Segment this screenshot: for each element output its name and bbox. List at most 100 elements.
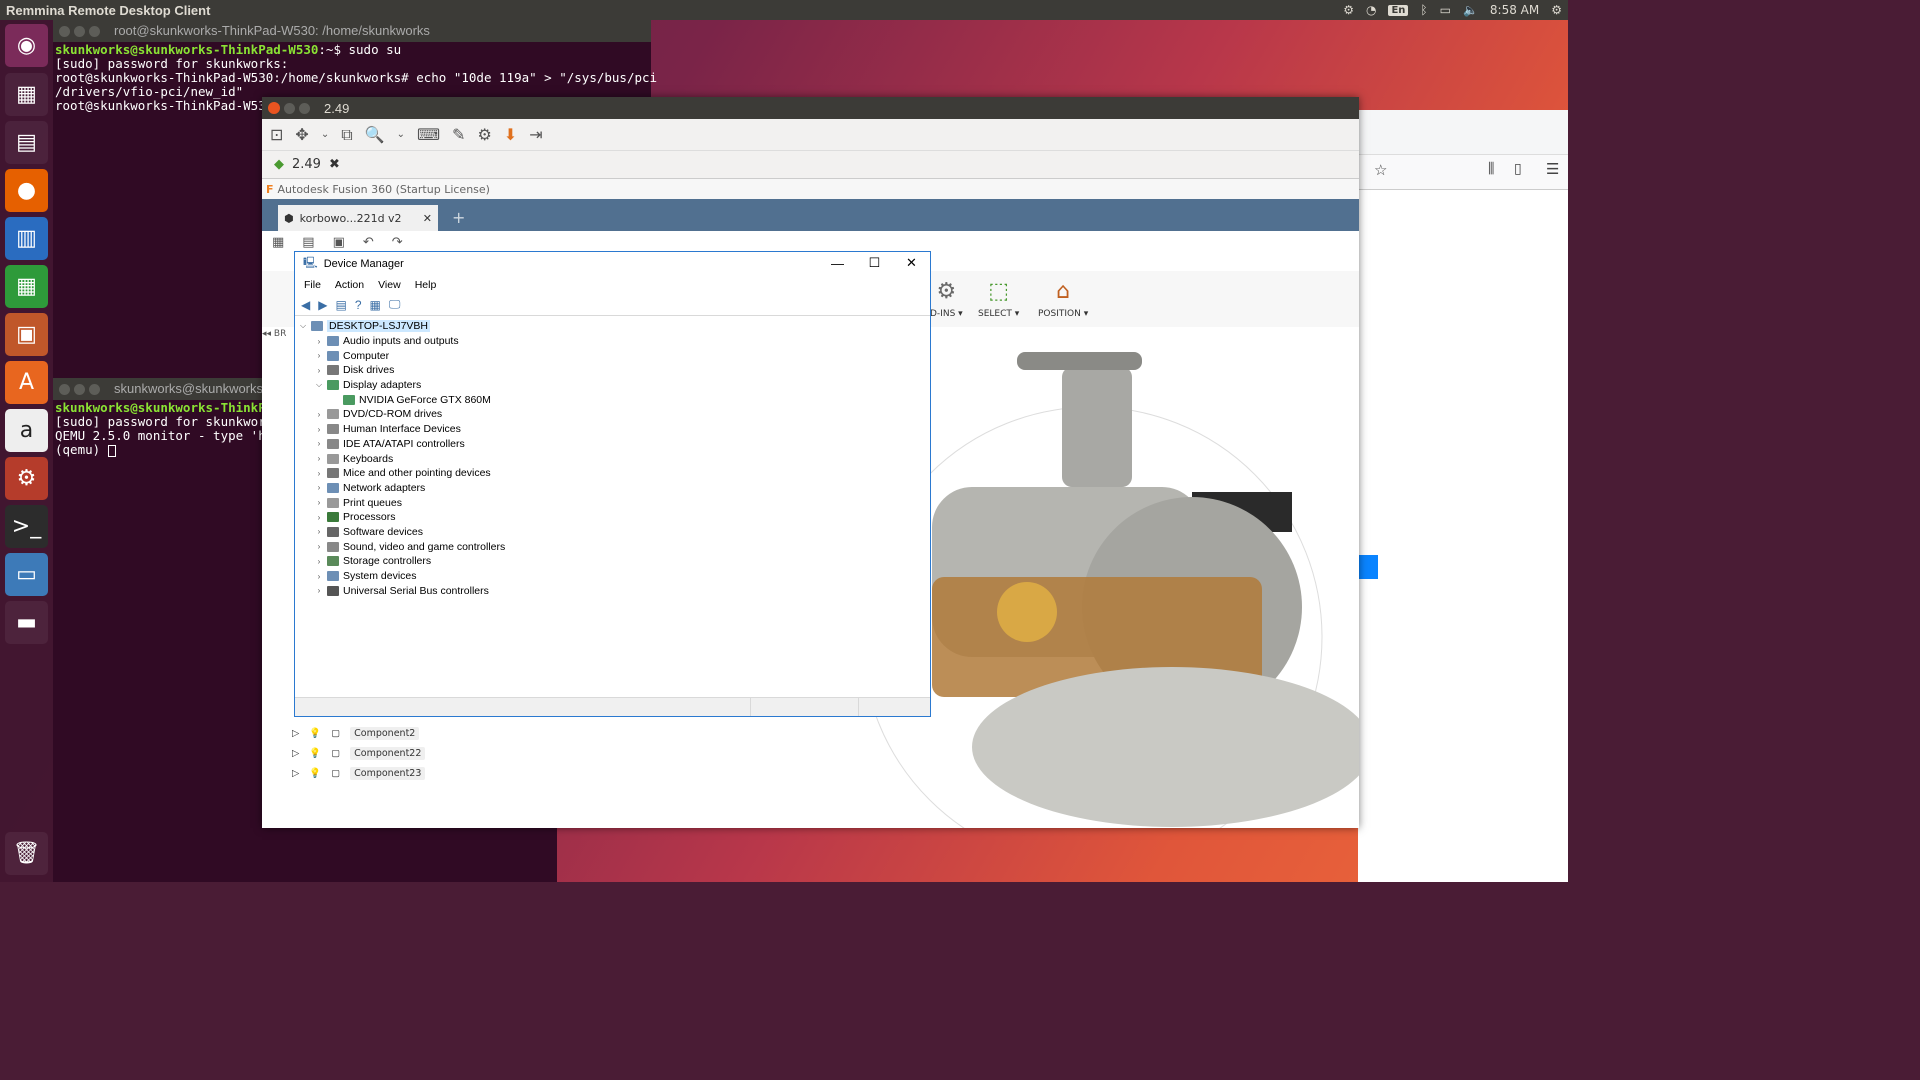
apps-grid-icon[interactable]: ▦ xyxy=(272,235,284,250)
tools-icon[interactable]: ✎ xyxy=(452,125,465,144)
fullscreen-icon[interactable]: ⧉ xyxy=(341,125,352,145)
browser-component-row[interactable]: ▷ 💡 ▢ Component22 xyxy=(292,744,426,763)
scan-hardware-icon[interactable]: 🖵 xyxy=(389,297,401,312)
browser-panel-label[interactable]: ◂◂ BR xyxy=(262,329,292,345)
chevron-right-icon[interactable]: › xyxy=(313,410,325,419)
new-tab-button[interactable]: + xyxy=(452,208,465,227)
bluetooth-icon[interactable]: ᛒ xyxy=(1420,3,1427,17)
chevron-right-icon[interactable]: › xyxy=(313,498,325,507)
close-button[interactable]: ✕ xyxy=(893,252,930,274)
chevron-down-icon[interactable]: ⌄ xyxy=(397,129,405,140)
document-tab[interactable]: ⬢ korbowo...221d v2 ✕ xyxy=(278,205,438,231)
files-icon[interactable]: ▤ xyxy=(5,121,48,164)
browser-page-button[interactable] xyxy=(1358,555,1378,579)
tree-item[interactable]: › System devices xyxy=(297,569,928,584)
tree-item[interactable]: › IDE ATA/ATAPI controllers xyxy=(297,437,928,452)
chevron-right-icon[interactable]: › xyxy=(313,366,325,375)
tree-item[interactable]: › Universal Serial Bus controllers xyxy=(297,583,928,598)
menu-icon[interactable]: ☰ xyxy=(1546,160,1559,178)
menu-action[interactable]: Action xyxy=(335,279,364,291)
clock[interactable]: 8:58 AM xyxy=(1490,3,1539,17)
tree-item[interactable]: › Audio inputs and outputs xyxy=(297,334,928,349)
browser-component-row[interactable]: ▷ 💡 ▢ Component2 xyxy=(292,724,420,743)
impress-icon[interactable]: ▣ xyxy=(5,313,48,356)
minimize-icon[interactable] xyxy=(74,25,85,37)
visibility-bulb-icon[interactable]: 💡 xyxy=(309,728,321,739)
fit-window-icon[interactable]: ⊡ xyxy=(270,125,283,144)
chevron-right-icon[interactable]: › xyxy=(313,557,325,566)
maximize-icon[interactable] xyxy=(89,383,100,395)
file-icon[interactable]: ▤ xyxy=(302,235,314,250)
vmware-icon[interactable]: ▦ xyxy=(5,73,48,116)
tree-item[interactable]: › Human Interface Devices xyxy=(297,422,928,437)
trash-icon[interactable]: 🗑 xyxy=(5,832,48,875)
tree-item[interactable]: › Sound, video and game controllers xyxy=(297,539,928,554)
tree-item[interactable]: › Print queues xyxy=(297,495,928,510)
tree-item[interactable]: › Disk drives xyxy=(297,363,928,378)
menu-help[interactable]: Help xyxy=(415,279,437,291)
remmina-icon[interactable]: ▭ xyxy=(5,553,48,596)
device-tree[interactable]: ⌵ DESKTOP-LSJ7VBH › Audio inputs and outpu… xyxy=(297,319,928,696)
chevron-right-icon[interactable]: › xyxy=(313,439,325,448)
tree-item[interactable]: › Processors xyxy=(297,510,928,525)
addins-group[interactable]: ⚙ D-INS ▾ xyxy=(930,279,963,319)
wifi-icon[interactable]: ◔ xyxy=(1366,3,1376,17)
remmina-titlebar[interactable]: 2.49 xyxy=(262,97,1359,119)
menu-file[interactable]: File xyxy=(304,279,321,291)
forward-icon[interactable]: ▶ xyxy=(318,298,327,312)
scale-icon[interactable]: ✥ xyxy=(295,125,308,144)
chevron-right-icon[interactable]: › xyxy=(313,483,325,492)
close-icon[interactable] xyxy=(268,102,280,114)
minimize-session-icon[interactable]: ⬇ xyxy=(504,125,517,144)
tree-item[interactable]: NVIDIA GeForce GTX 860M xyxy=(297,392,928,407)
redo-icon[interactable]: ↷ xyxy=(392,235,403,250)
visibility-bulb-icon[interactable]: 💡 xyxy=(309,768,321,779)
help-icon[interactable]: ? xyxy=(355,298,362,312)
close-icon[interactable]: ✖ xyxy=(329,157,340,172)
select-group[interactable]: ⬚ SELECT ▾ xyxy=(978,279,1019,319)
chevron-right-icon[interactable]: › xyxy=(313,542,325,551)
battery-icon[interactable]: ▭ xyxy=(1440,3,1451,17)
tree-item[interactable]: › Mice and other pointing devices xyxy=(297,466,928,481)
save-icon[interactable]: ▣ xyxy=(333,235,345,250)
chevron-right-icon[interactable]: › xyxy=(313,454,325,463)
power-icon[interactable]: ⚙ xyxy=(1551,3,1562,17)
tree-item[interactable]: › Network adapters xyxy=(297,481,928,496)
terminal-icon[interactable]: >_ xyxy=(5,505,48,548)
terminal-titlebar[interactable]: root@skunkworks-ThinkPad-W530: /home/sku… xyxy=(53,20,651,42)
keyboard-icon[interactable]: ⌨ xyxy=(417,125,440,144)
chevron-right-icon[interactable]: › xyxy=(313,513,325,522)
chevron-down-icon[interactable]: ⌵ xyxy=(297,321,309,331)
preferences-icon[interactable]: ⚙ xyxy=(477,125,491,144)
tree-item[interactable]: › DVD/CD-ROM drives xyxy=(297,407,928,422)
close-icon[interactable] xyxy=(59,25,70,37)
visibility-bulb-icon[interactable]: 💡 xyxy=(309,748,321,759)
position-group[interactable]: ⌂ POSITION ▾ xyxy=(1038,279,1088,319)
zoom-icon[interactable]: 🔍 xyxy=(365,125,385,144)
minimize-icon[interactable] xyxy=(284,102,295,114)
tree-root[interactable]: ⌵ DESKTOP-LSJ7VBH xyxy=(297,319,928,334)
software-center-icon[interactable]: A xyxy=(5,361,48,404)
firefox-icon[interactable]: ● xyxy=(5,169,48,212)
dash-icon[interactable]: ◉ xyxy=(5,24,48,67)
device-manager-window[interactable]: 🖳 Device Manager — ☐ ✕ File Action View … xyxy=(294,251,931,717)
chevron-right-icon[interactable]: › xyxy=(313,469,325,478)
chevron-right-icon[interactable]: › xyxy=(313,586,325,595)
writer-icon[interactable]: ▥ xyxy=(5,217,48,260)
tree-item[interactable]: ⌵ Display adapters xyxy=(297,378,928,393)
maximize-icon[interactable] xyxy=(299,102,310,114)
system-settings-icon[interactable]: ⚙ xyxy=(5,457,48,500)
chevron-down-icon[interactable]: ⌄ xyxy=(321,129,329,140)
chevron-right-icon[interactable]: › xyxy=(313,572,325,581)
expand-triangle-icon[interactable]: ▷ xyxy=(292,768,299,779)
keyboard-layout-indicator[interactable]: En xyxy=(1388,4,1409,16)
network-settings-icon[interactable]: ⚙ xyxy=(1343,3,1354,17)
calc-icon[interactable]: ▦ xyxy=(5,265,48,308)
tree-item[interactable]: › Storage controllers xyxy=(297,554,928,569)
remmina-tab[interactable]: ◆ 2.49 ✖ xyxy=(268,157,346,172)
undo-icon[interactable]: ↶ xyxy=(363,235,374,250)
bookmark-star-icon[interactable]: ☆ xyxy=(1374,161,1387,179)
expand-triangle-icon[interactable]: ▷ xyxy=(292,748,299,759)
drive-icon[interactable]: ▬ xyxy=(5,601,48,644)
amazon-icon[interactable]: a xyxy=(5,409,48,452)
